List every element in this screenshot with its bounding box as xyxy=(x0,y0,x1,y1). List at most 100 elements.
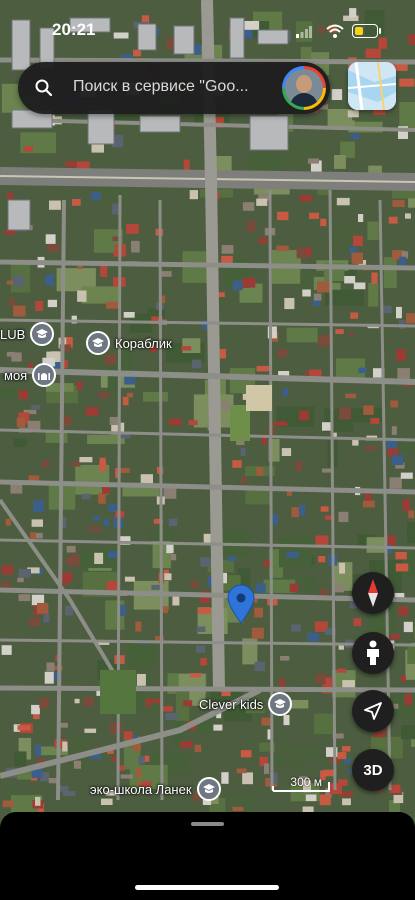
rooftop xyxy=(403,621,413,633)
rooftop xyxy=(7,192,14,199)
rooftop xyxy=(241,476,247,484)
rooftop xyxy=(339,562,345,574)
rooftop xyxy=(307,158,319,164)
rooftop xyxy=(39,697,49,708)
poi-club[interactable]: LUB xyxy=(0,321,55,347)
3d-toggle-button[interactable]: 3D xyxy=(352,749,394,791)
sheet-drag-handle[interactable] xyxy=(191,822,224,826)
street-view-button[interactable] xyxy=(352,632,394,674)
rooftop xyxy=(258,237,267,244)
rooftop xyxy=(46,244,59,252)
rooftop xyxy=(282,388,289,397)
rooftop xyxy=(298,504,306,516)
rooftop xyxy=(5,518,12,526)
rooftop xyxy=(91,192,101,201)
rooftop xyxy=(338,511,349,523)
rooftop xyxy=(284,298,295,310)
rooftop xyxy=(358,367,367,373)
rooftop xyxy=(180,741,193,748)
rooftop xyxy=(63,416,72,426)
rooftop xyxy=(190,673,202,678)
vegetation-patch xyxy=(407,646,415,664)
rooftop xyxy=(315,535,329,546)
poi-korablik[interactable]: Кораблик xyxy=(86,330,172,356)
rooftop xyxy=(313,293,322,301)
map-layers-button[interactable] xyxy=(348,62,396,110)
rooftop xyxy=(256,198,268,206)
rooftop xyxy=(16,417,26,428)
rooftop xyxy=(344,276,356,284)
rooftop xyxy=(12,275,24,287)
rooftop xyxy=(61,572,73,583)
rooftop xyxy=(31,405,41,410)
rooftop xyxy=(365,48,382,58)
rooftop xyxy=(296,247,307,259)
rooftop xyxy=(305,247,312,257)
vegetation-patch xyxy=(249,152,279,173)
rooftop xyxy=(289,583,299,593)
rooftop xyxy=(17,725,31,731)
rooftop xyxy=(395,552,407,560)
vegetation-patch xyxy=(368,282,379,307)
vegetation-patch xyxy=(280,746,318,762)
location-pin-icon[interactable] xyxy=(226,584,256,624)
rooftop xyxy=(302,289,311,297)
vegetation-patch xyxy=(107,363,119,397)
rooftop xyxy=(123,731,133,740)
rooftop xyxy=(74,698,80,704)
rooftop xyxy=(320,218,327,227)
rooftop xyxy=(307,632,320,642)
rooftop xyxy=(350,133,360,140)
rooftop xyxy=(73,760,81,769)
rooftop xyxy=(35,796,41,806)
poi-moya[interactable]: моя xyxy=(4,362,57,388)
rooftop xyxy=(309,212,319,219)
rooftop xyxy=(135,621,142,632)
rooftop xyxy=(319,794,331,806)
rooftop xyxy=(196,645,206,653)
rooftop xyxy=(98,493,106,504)
my-location-button[interactable] xyxy=(352,690,394,732)
rooftop xyxy=(11,352,22,362)
rooftop xyxy=(62,791,76,796)
poi-clever-kids[interactable]: Clever kids xyxy=(199,691,293,717)
rooftop xyxy=(363,405,374,415)
rooftop xyxy=(183,159,190,170)
map-thumbnail-icon xyxy=(348,62,396,110)
vegetation-patch xyxy=(383,257,397,289)
rooftop xyxy=(200,557,211,567)
rooftop xyxy=(349,8,357,18)
account-avatar[interactable] xyxy=(282,66,326,110)
rooftop xyxy=(317,281,330,293)
rooftop xyxy=(318,335,331,347)
rooftop xyxy=(47,299,57,308)
rooftop xyxy=(219,349,226,359)
rooftop xyxy=(85,407,99,416)
bottom-sheet[interactable] xyxy=(0,812,415,900)
search-bar[interactable]: Поиск в сервисе "Goo... xyxy=(18,62,330,114)
rooftop xyxy=(331,89,343,100)
search-input[interactable]: Поиск в сервисе "Goo... xyxy=(73,78,278,96)
navigation-arrow-icon xyxy=(364,702,382,720)
poi-eco-school[interactable]: эко-школа Ланек xyxy=(90,776,221,802)
rooftop xyxy=(35,744,42,757)
rooftop xyxy=(350,312,359,319)
vegetation-patch xyxy=(399,102,415,129)
rooftop xyxy=(240,750,252,758)
rooftop xyxy=(339,407,352,420)
rooftop xyxy=(2,800,14,808)
rooftop xyxy=(41,460,50,468)
compass-button[interactable] xyxy=(352,572,394,614)
rooftop xyxy=(196,626,206,632)
rooftop xyxy=(18,390,28,399)
rooftop xyxy=(406,313,415,324)
school-icon xyxy=(196,777,221,801)
rooftop xyxy=(315,673,327,684)
rooftop xyxy=(112,203,120,215)
rooftop xyxy=(131,240,140,253)
rooftop xyxy=(171,554,177,561)
rooftop xyxy=(88,526,101,532)
status-bar: 20:21 xyxy=(0,18,415,44)
rooftop xyxy=(279,678,286,687)
rooftop xyxy=(392,200,405,207)
